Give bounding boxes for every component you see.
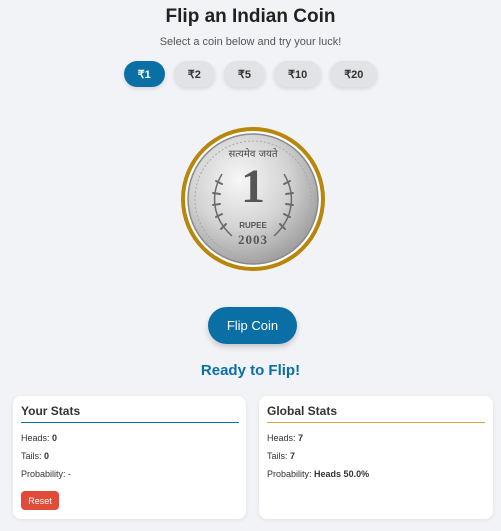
your-probability-stat: Probability: - (21, 469, 71, 479)
coin-denomination: 1 (241, 160, 265, 213)
heads-label: Heads: (21, 433, 50, 443)
your-stats-title: Your Stats (21, 404, 81, 418)
coin-image[interactable]: सत्यमेव जयते 1 RUPEE 2003 (180, 126, 326, 272)
tails-label: Tails: (267, 451, 288, 461)
heads-label: Heads: (267, 433, 296, 443)
global-stats-title: Global Stats (267, 404, 338, 418)
page-subtitle: Select a coin below and try your luck! (159, 36, 342, 48)
your-stats-card: Your Stats Heads: 0 Tails: 0 Probability… (13, 396, 246, 519)
tails-value: 0 (44, 451, 50, 461)
global-heads-stat: Heads: 7 (267, 433, 303, 443)
coin-button-10[interactable]: ₹10 (273, 61, 322, 87)
probability-value: Heads 50.0% (314, 469, 370, 479)
global-tails-stat: Tails: 7 (267, 451, 295, 461)
coin-button-5[interactable]: ₹5 (223, 61, 265, 87)
probability-label: Probability: (21, 469, 66, 479)
tails-label: Tails: (21, 451, 42, 461)
coin-button-1[interactable]: ₹1 (123, 61, 165, 87)
global-stats-card: Global Stats Heads: 7 Tails: 7 Probabili… (259, 396, 493, 519)
global-stats-divider (267, 422, 485, 423)
coin-button-2[interactable]: ₹2 (173, 61, 215, 87)
coin-year: 2003 (238, 232, 268, 247)
global-probability-stat: Probability: Heads 50.0% (267, 469, 369, 479)
coin-button-20[interactable]: ₹20 (330, 61, 378, 87)
your-heads-stat: Heads: 0 (21, 433, 57, 443)
flip-status: Ready to Flip! (200, 362, 301, 379)
probability-label: Probability: (267, 469, 312, 479)
flip-coin-button[interactable]: Flip Coin (208, 307, 297, 344)
your-stats-divider (21, 422, 239, 423)
tails-value: 7 (290, 451, 296, 461)
coin-top-text: सत्यमेव जयते (228, 149, 278, 160)
your-tails-stat: Tails: 0 (21, 451, 49, 461)
probability-value: - (68, 469, 72, 479)
heads-value: 0 (52, 433, 58, 443)
heads-value: 7 (298, 433, 304, 443)
coin-unit: RUPEE (239, 221, 267, 230)
page-title: Flip an Indian Coin (165, 6, 336, 27)
reset-button[interactable]: Reset (21, 491, 59, 510)
coin-selector: ₹1 ₹2 ₹5 ₹10 ₹20 (0, 61, 501, 87)
